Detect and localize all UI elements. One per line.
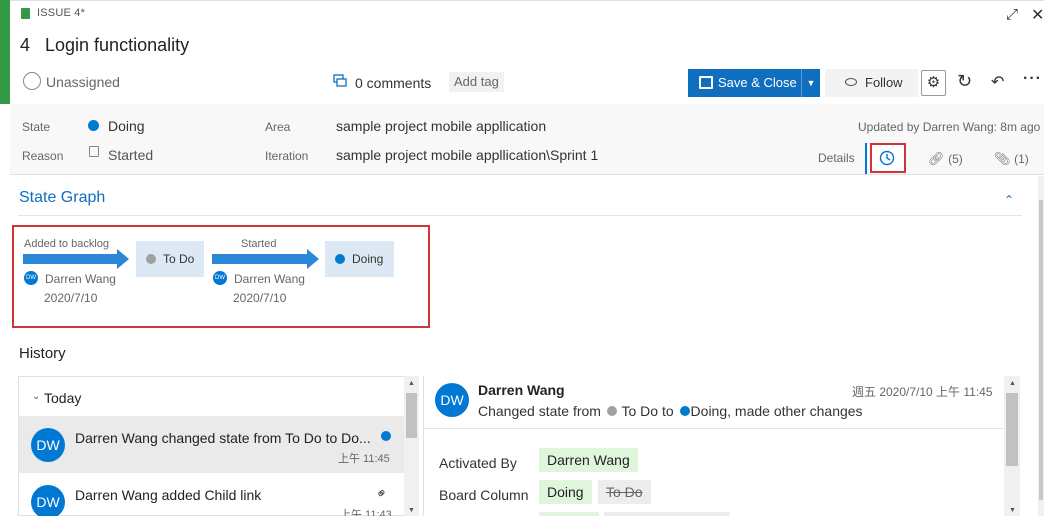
state-field[interactable]: Doing bbox=[108, 118, 145, 134]
save-options-dropdown[interactable]: ▼ bbox=[801, 69, 820, 97]
comments-count-link[interactable]: 0 comments bbox=[355, 75, 431, 91]
detail-time: 週五 2020/7/10 上午 11:45 bbox=[852, 385, 993, 399]
transition-arrow bbox=[23, 254, 117, 264]
history-item-text: Darren Wang added Child link bbox=[75, 487, 262, 503]
issue-type-icon bbox=[21, 8, 30, 19]
avatar: DW bbox=[435, 383, 469, 417]
arrow-head-icon bbox=[117, 249, 129, 269]
doing-dot-icon bbox=[679, 406, 690, 416]
scroll-down-icon[interactable]: ▼ bbox=[408, 507, 415, 514]
change-field-label: Activated By bbox=[439, 455, 517, 471]
work-item-color-bar bbox=[0, 0, 10, 104]
transition-by: Darren Wang bbox=[45, 272, 116, 286]
history-list-scrollbar-thumb[interactable] bbox=[406, 393, 417, 438]
doing-dot-icon bbox=[335, 254, 345, 264]
save-icon bbox=[699, 76, 713, 89]
avatar: DW bbox=[31, 485, 65, 516]
work-item-type-label: ISSUE 4* bbox=[37, 7, 86, 19]
transition-label: Started bbox=[241, 238, 277, 250]
tab-attachments[interactable]: 📎︎ (1) bbox=[994, 151, 1029, 167]
iteration-field[interactable]: sample project mobile appllication\Sprin… bbox=[336, 147, 598, 163]
iteration-label: Iteration bbox=[265, 149, 309, 163]
scroll-up-icon[interactable]: ▲ bbox=[408, 380, 415, 387]
history-item-time: 上午 11:45 bbox=[338, 453, 390, 465]
transition-by: Darren Wang bbox=[234, 272, 305, 286]
avatar: DW bbox=[213, 271, 227, 285]
expand-icon[interactable]: ⤢ bbox=[1006, 6, 1018, 23]
state-graph-title[interactable]: State Graph bbox=[19, 189, 105, 207]
unassigned-avatar-icon[interactable] bbox=[23, 72, 41, 90]
state-dot-icon bbox=[88, 120, 99, 131]
attachment-icon: 📎︎ bbox=[994, 151, 1011, 166]
updated-by-text[interactable]: Updated by Darren Wang: 8m ago bbox=[858, 120, 1040, 134]
change-old-value: To Do bbox=[598, 480, 651, 504]
state-dot-icon bbox=[381, 431, 391, 441]
section-divider bbox=[18, 215, 1022, 216]
comment-icon[interactable] bbox=[333, 74, 347, 88]
todo-dot-icon bbox=[606, 406, 617, 416]
area-field[interactable]: sample project mobile appllication bbox=[336, 118, 546, 134]
transition-date: 2020/7/10 bbox=[233, 291, 287, 305]
avatar: DW bbox=[24, 271, 38, 285]
refresh-icon[interactable]: ↻ bbox=[957, 71, 972, 92]
links-count: (5) bbox=[948, 152, 963, 166]
chevron-up-icon[interactable]: ⌃ bbox=[1004, 193, 1014, 207]
change-new-value: Darren Wang bbox=[539, 448, 638, 472]
summary-prefix: Changed state from bbox=[478, 403, 601, 419]
detail-scrollbar-thumb[interactable] bbox=[1006, 393, 1018, 466]
link-icon: 🔗︎ bbox=[928, 151, 945, 166]
close-icon[interactable]: ✕ bbox=[1031, 5, 1044, 25]
todo-dot-icon bbox=[146, 254, 156, 264]
transition-arrow bbox=[212, 254, 307, 264]
transition-date: 2020/7/10 bbox=[44, 291, 98, 305]
gear-icon[interactable]: ⚙ bbox=[921, 70, 946, 96]
change-new-value: Doing bbox=[539, 480, 592, 504]
from-state: To Do bbox=[621, 403, 659, 419]
area-label: Area bbox=[265, 120, 291, 134]
detail-divider bbox=[423, 428, 1003, 429]
transition-label: Added to backlog bbox=[24, 238, 110, 250]
change-field-label: Board Column bbox=[439, 487, 529, 503]
follow-button[interactable]: Follow bbox=[825, 69, 918, 97]
top-divider bbox=[10, 0, 1044, 1]
lock-icon bbox=[89, 146, 99, 157]
change-new-value bbox=[539, 512, 599, 516]
tab-details[interactable]: Details bbox=[818, 151, 855, 165]
history-item-time: 上午 11:43 bbox=[340, 509, 392, 516]
work-item-id: 4 bbox=[20, 35, 31, 55]
state-label: State bbox=[22, 120, 51, 134]
attachments-count: (1) bbox=[1014, 152, 1029, 166]
change-old-value bbox=[604, 512, 730, 516]
undo-icon[interactable]: ↶ bbox=[991, 72, 1004, 92]
detail-summary: Changed state from To Do to Doing, made … bbox=[478, 403, 863, 419]
reason-label: Reason bbox=[22, 149, 64, 163]
history-title: History bbox=[19, 345, 66, 362]
detail-author: Darren Wang bbox=[478, 382, 565, 398]
assignee-field[interactable]: Unassigned bbox=[46, 74, 120, 90]
scroll-down-icon[interactable]: ▼ bbox=[1009, 507, 1016, 514]
tab-selected-indicator bbox=[865, 143, 867, 174]
history-icon bbox=[879, 150, 895, 166]
add-tag-button[interactable]: Add tag bbox=[449, 72, 504, 92]
work-item-title[interactable]: Login functionality bbox=[45, 35, 189, 56]
history-group-label[interactable]: Today bbox=[44, 390, 81, 406]
avatar: DW bbox=[31, 428, 65, 462]
more-actions-icon[interactable]: ··· bbox=[1023, 70, 1042, 88]
to-state: Doing, made other changes bbox=[690, 403, 863, 419]
page-scrollbar-thumb[interactable] bbox=[1039, 200, 1043, 500]
history-item-text: Darren Wang changed state from To Do to … bbox=[75, 430, 371, 446]
reason-field[interactable]: Started bbox=[108, 147, 153, 163]
arrow-head-icon bbox=[307, 249, 319, 269]
tab-links[interactable]: 🔗︎ (5) bbox=[928, 151, 963, 167]
eye-icon bbox=[845, 78, 857, 86]
chevron-down-icon[interactable]: ⌄ bbox=[32, 391, 40, 402]
to-word: to bbox=[661, 403, 674, 419]
scroll-up-icon[interactable]: ▲ bbox=[1009, 380, 1016, 387]
